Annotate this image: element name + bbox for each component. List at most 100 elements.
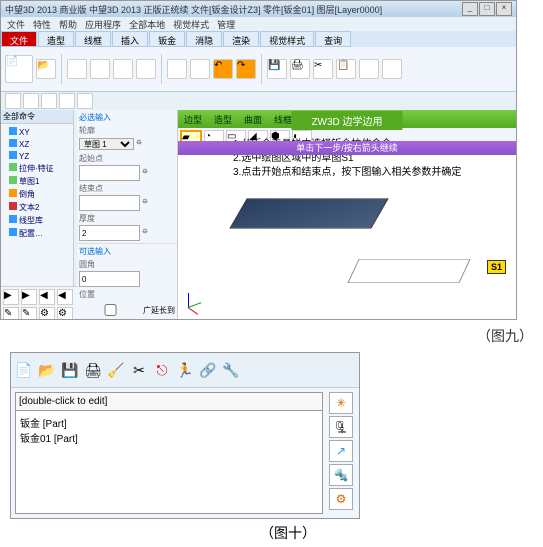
gear-icon[interactable]: ⚙ <box>329 488 353 510</box>
menu-props[interactable]: 特性 <box>33 18 51 31</box>
new-icon[interactable]: 📄 <box>5 55 33 83</box>
menu-help[interactable]: 帮助 <box>59 18 77 31</box>
thick-input[interactable] <box>79 225 140 241</box>
tab-wire[interactable]: 线框 <box>75 31 111 47</box>
open-icon[interactable]: 📂 <box>36 59 56 79</box>
tree-item[interactable]: 配置… <box>3 227 71 240</box>
tool-icon[interactable] <box>359 59 379 79</box>
tray-icon[interactable]: ⚙ <box>57 307 73 320</box>
tool-icon[interactable]: 🔧 <box>221 360 241 380</box>
tool-icon[interactable] <box>67 59 87 79</box>
tray-icon[interactable]: ⚙ <box>39 307 55 320</box>
pick-icon[interactable]: ⯐ <box>142 196 148 210</box>
tab-hide[interactable]: 消隐 <box>186 31 222 47</box>
axis-icon[interactable]: ↗ <box>329 440 353 462</box>
menu-file[interactable]: 文件 <box>7 18 25 31</box>
cut-icon[interactable]: ✂ <box>129 360 149 380</box>
open-icon[interactable]: 📂 <box>37 360 57 380</box>
undo-icon[interactable]: ↶ <box>213 59 233 79</box>
tree-item[interactable]: YZ <box>3 150 71 162</box>
cut-icon[interactable]: ✂ <box>313 59 333 79</box>
tool-icon[interactable] <box>59 93 75 109</box>
pick-icon[interactable]: ⯐ <box>142 226 148 240</box>
tab-insert[interactable]: 插入 <box>112 31 148 47</box>
start-input[interactable] <box>79 165 140 181</box>
tool-icon[interactable] <box>41 93 57 109</box>
print-icon[interactable]: 🖨 <box>290 59 310 79</box>
menu-bar[interactable]: 文件 特性 帮助 应用程序 全部本地 视觉样式 管理 <box>1 17 516 31</box>
radius-input[interactable] <box>79 271 140 287</box>
person-icon[interactable]: 🏃 <box>175 360 195 380</box>
menu-visual[interactable]: 视觉样式 <box>173 18 209 31</box>
tray-icon[interactable]: ▶ <box>21 289 37 305</box>
extend-checkbox[interactable] <box>83 304 138 316</box>
tree-item[interactable]: 倒角 <box>3 188 71 201</box>
tab-file[interactable]: 文件 <box>1 31 37 47</box>
link-icon[interactable]: 🔗 <box>198 360 218 380</box>
sheet-metal-solid[interactable] <box>229 198 388 228</box>
menu-manage[interactable]: 管理 <box>217 18 235 31</box>
tool-icon[interactable] <box>167 59 187 79</box>
tab-shape[interactable]: 造型 <box>38 31 74 47</box>
menu-local[interactable]: 全部本地 <box>129 18 165 31</box>
viewport[interactable]: 边型 造型 曲面 线框 插入 钣金 模具设计 ZW3D 边学边用 ▰ ◔ ▭ ◢… <box>178 110 516 320</box>
sketch-wireframe[interactable] <box>347 259 470 283</box>
print-icon[interactable]: 🖨 <box>83 360 103 380</box>
tray-icon[interactable]: ✎ <box>21 307 37 320</box>
profile-select[interactable]: 草图 1 <box>79 138 134 150</box>
figure-ten-caption: （图十） <box>0 519 543 547</box>
bolt-icon[interactable]: 🔩 <box>329 464 353 486</box>
save-icon[interactable]: 💾 <box>267 59 287 79</box>
erase-icon[interactable]: 🧹 <box>106 360 126 380</box>
part-list[interactable]: 钣金 [Part] 钣金01 [Part] <box>16 411 322 449</box>
exit-icon[interactable]: ⎋ <box>152 360 172 380</box>
close-button[interactable]: × <box>496 2 512 16</box>
tool-icon[interactable] <box>90 59 110 79</box>
edit-hint[interactable]: [double-click to edit] <box>16 393 322 411</box>
tutorial-next-bar[interactable]: 单击下一步/按右箭头继续 <box>178 141 516 155</box>
tab-render[interactable]: 渲染 <box>223 31 259 47</box>
tray-icon[interactable]: ◀ <box>57 289 73 305</box>
tool-icon[interactable] <box>382 59 402 79</box>
tray-icon[interactable]: ▶ <box>3 289 19 305</box>
tree-item[interactable]: 草图1 <box>3 175 71 188</box>
ribbon-tabs[interactable]: 文件 造型 线框 插入 钣金 消隐 渲染 视觉样式 查询 <box>1 31 516 47</box>
lib-icon <box>9 215 17 223</box>
gtab[interactable]: 造型 <box>208 111 238 128</box>
tree-item[interactable]: XZ <box>3 138 71 150</box>
tool-icon[interactable] <box>136 59 156 79</box>
pick-icon[interactable]: ⯐ <box>142 166 148 180</box>
tree-item[interactable]: XY <box>3 126 71 138</box>
tree-item[interactable]: 文本2 <box>3 201 71 214</box>
tree-item[interactable]: 拉伸·特征 <box>3 162 71 175</box>
end-input[interactable] <box>79 195 140 211</box>
list-item[interactable]: 钣金01 [Part] <box>20 430 318 445</box>
tutorial-tabs[interactable]: 边型 造型 曲面 线框 插入 钣金 模具设计 ZW3D 边学边用 <box>178 110 516 128</box>
tab-vstyle[interactable]: 视觉样式 <box>260 31 314 47</box>
paste-icon[interactable]: 📋 <box>336 59 356 79</box>
clamp-icon[interactable]: 🗜 <box>329 416 353 438</box>
save-icon[interactable]: 💾 <box>60 360 80 380</box>
new-icon[interactable]: 📄 <box>14 360 34 380</box>
redo-icon[interactable]: ↷ <box>236 59 256 79</box>
pick-icon[interactable]: ⯐ <box>136 137 142 151</box>
tray-icon[interactable]: ◀ <box>39 289 55 305</box>
separator <box>161 54 162 84</box>
feature-tree[interactable]: XY XZ YZ 拉伸·特征 草图1 倒角 文本2 线型库 配置… <box>1 124 73 242</box>
tab-sheetmetal[interactable]: 钣金 <box>149 31 185 47</box>
tree-item[interactable]: 线型库 <box>3 214 71 227</box>
tool-icon[interactable] <box>113 59 133 79</box>
tool-icon[interactable] <box>5 93 21 109</box>
tool-icon[interactable] <box>23 93 39 109</box>
gtab[interactable]: 曲面 <box>238 111 268 128</box>
tool-icon[interactable] <box>190 59 210 79</box>
tool-icon[interactable] <box>77 93 93 109</box>
snap-icon[interactable]: ✳ <box>329 392 353 414</box>
menu-app[interactable]: 应用程序 <box>85 18 121 31</box>
gtab[interactable]: 边型 <box>178 111 208 128</box>
list-item[interactable]: 钣金 [Part] <box>20 415 318 430</box>
tray-icon[interactable]: ✎ <box>3 307 19 320</box>
minimize-button[interactable]: _ <box>462 2 478 16</box>
maximize-button[interactable]: □ <box>479 2 495 16</box>
tab-query[interactable]: 查询 <box>315 31 351 47</box>
